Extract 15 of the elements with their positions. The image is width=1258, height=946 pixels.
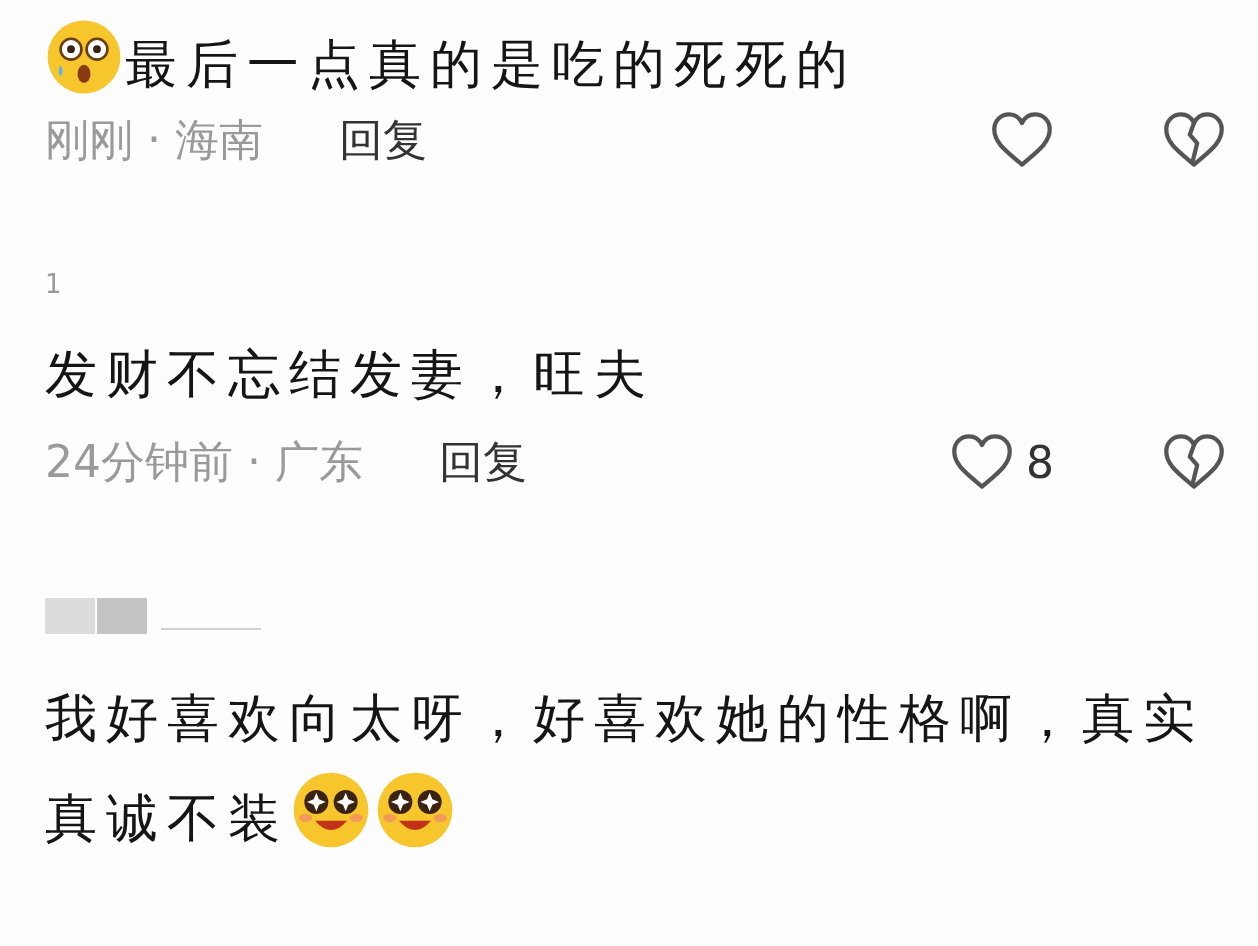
broken-heart-icon[interactable] [1162,111,1226,169]
broken-heart-icon[interactable] [1162,433,1226,491]
comment-text: 最后一点真的是吃的死死的 [45,18,1226,102]
timestamp-location: 刚刚 · 海南 [45,112,263,167]
emoji-icon [45,18,123,96]
timestamp-location: 24分钟前 · 广东 [45,434,363,489]
comment-text: 发财不忘结发妻，旺夫 [45,343,656,406]
reply-link[interactable]: 回复 [438,432,527,492]
comment-text: 我好喜欢向太呀，好喜欢她的性格啊，真实真诚不装 [45,687,1205,852]
emoji-icon [375,770,455,850]
like-count: 8 [1026,436,1054,488]
emoji-icon [291,770,371,850]
heart-icon[interactable] [950,433,1014,491]
reply-link[interactable]: 回复 [338,110,427,170]
heart-icon[interactable] [990,111,1054,169]
